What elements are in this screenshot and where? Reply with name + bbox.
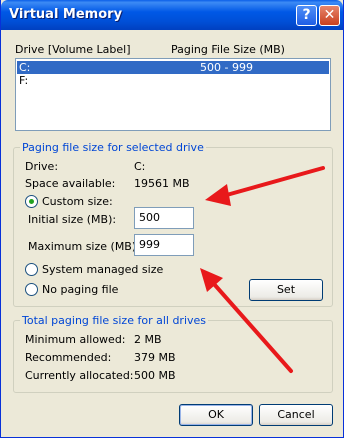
annotation-arrows [200,166,325,373]
red-arrow-icon [200,268,293,373]
red-arrow-icon [205,166,325,206]
virtual-memory-dialog: Virtual Memory ? ✕ Drive [Volume Label] … [0,0,344,438]
